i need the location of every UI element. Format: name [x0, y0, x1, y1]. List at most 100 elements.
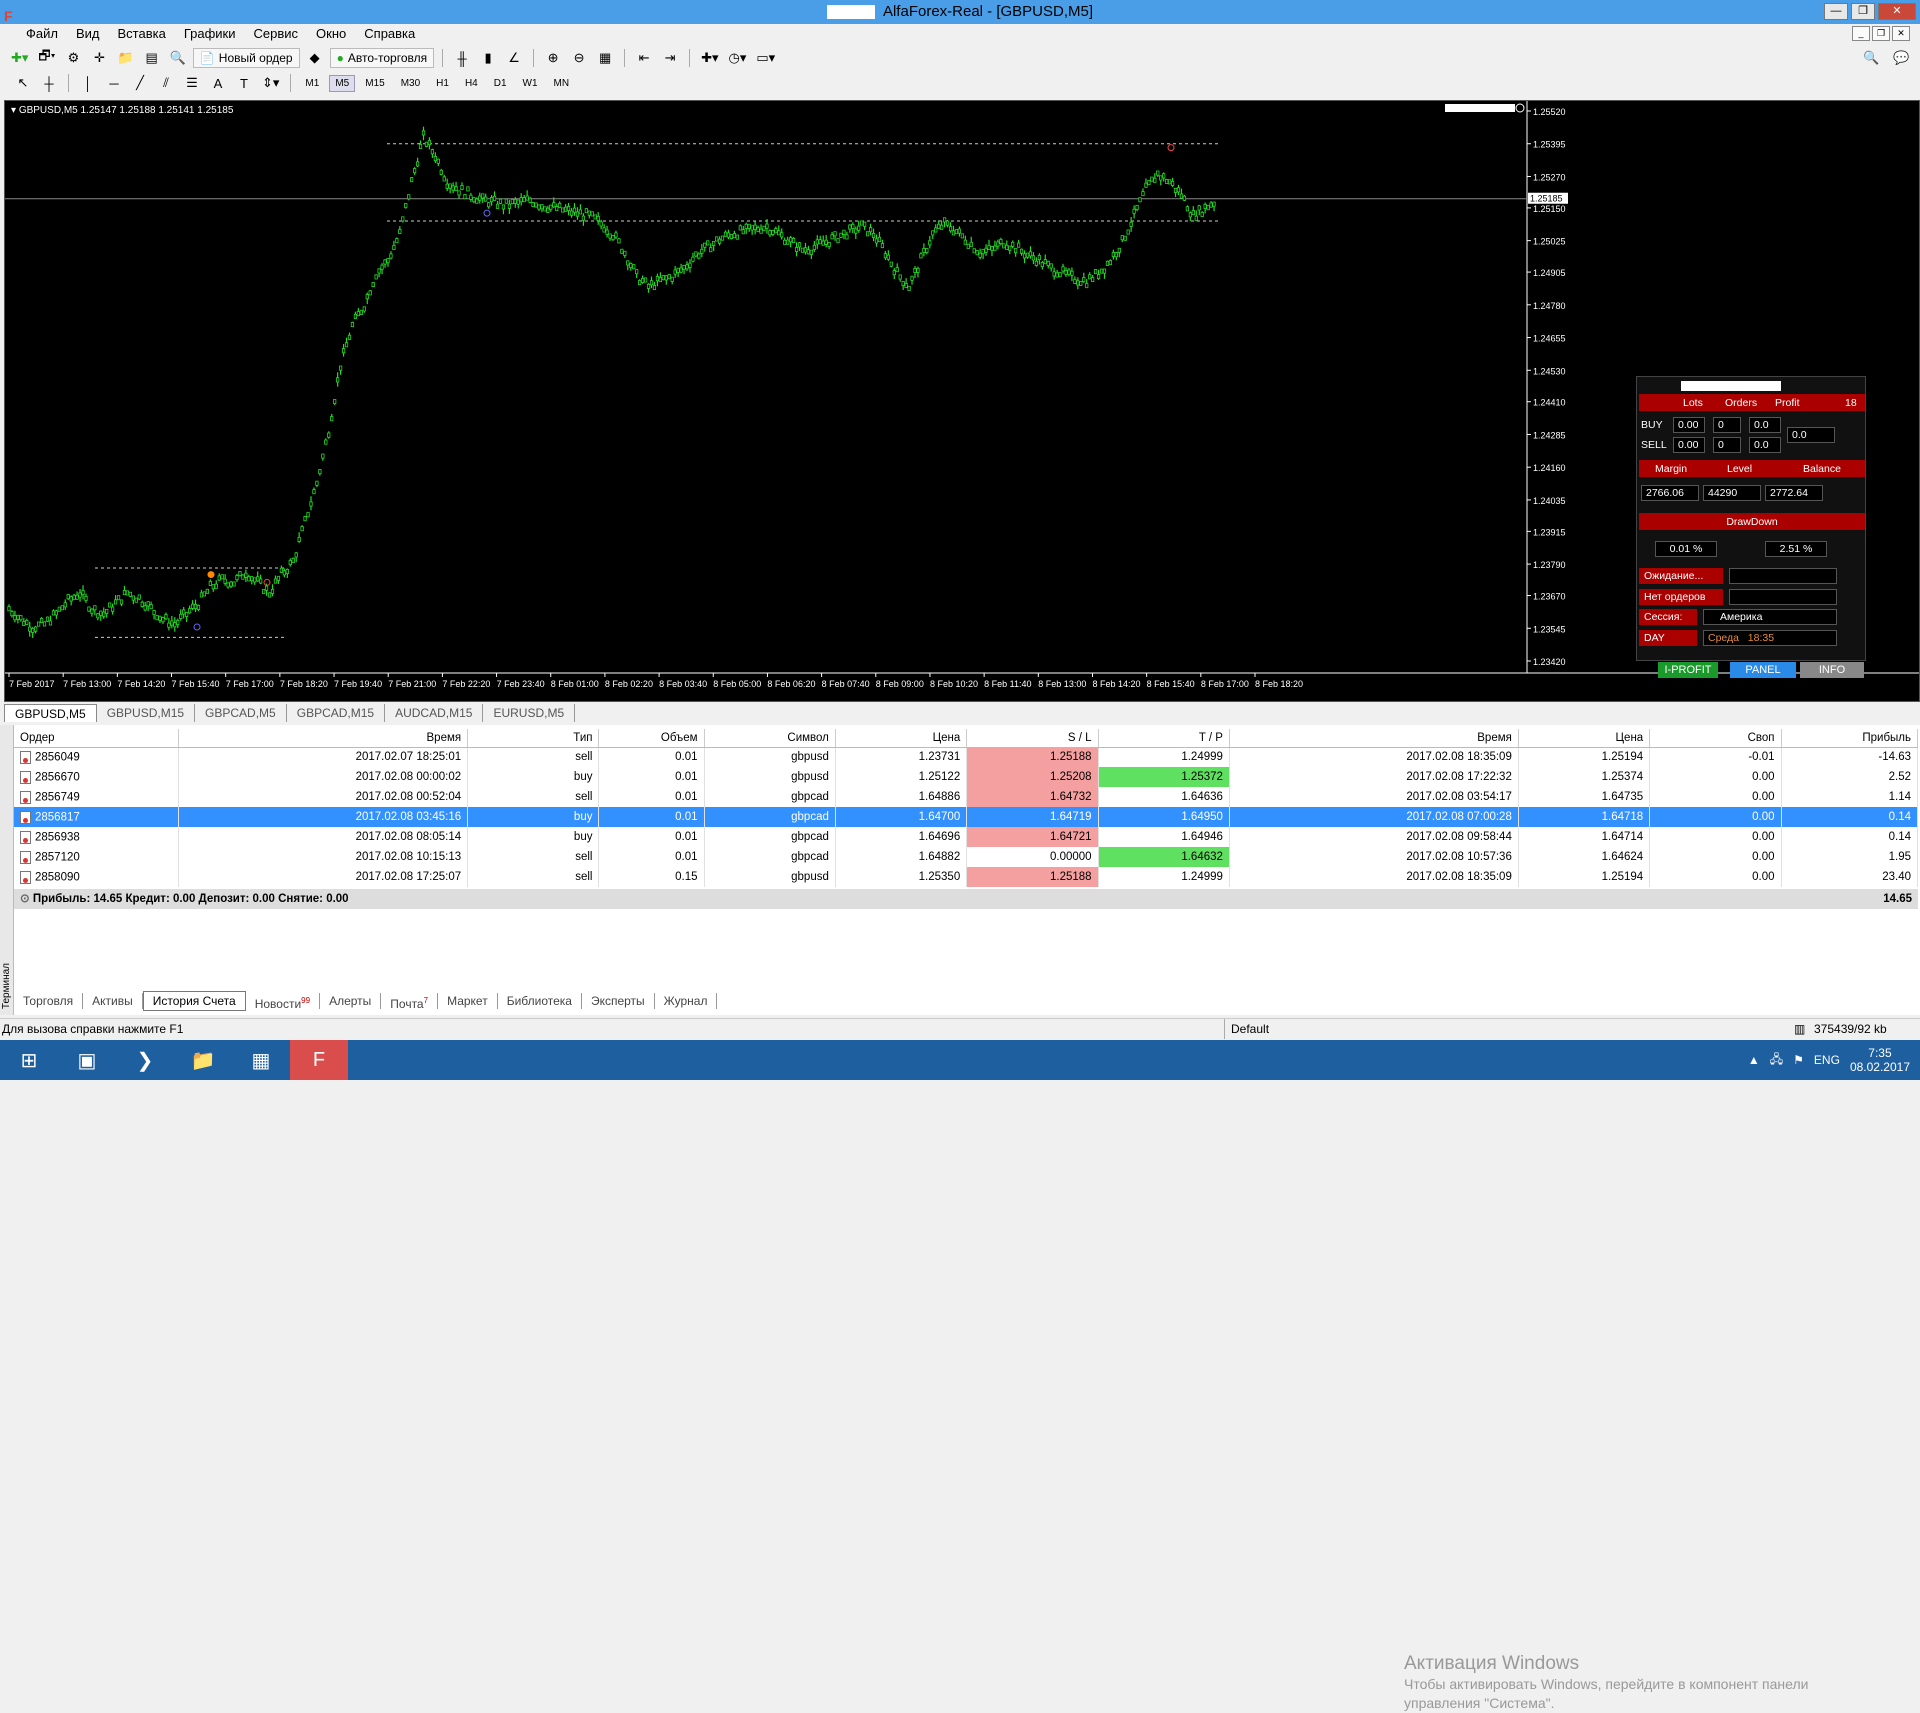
tray-clock[interactable]: 7:35 08.02.2017 — [1850, 1046, 1910, 1074]
terminal-tab-2[interactable]: История Счета — [142, 991, 246, 1011]
chat-icon[interactable]: 💬 — [1890, 48, 1912, 68]
timeframe-m1[interactable]: M1 — [299, 75, 325, 92]
tray-language[interactable]: ENG — [1814, 1053, 1840, 1067]
terminal-tab-9[interactable]: Журнал — [655, 993, 718, 1009]
restore-button[interactable]: ❐ — [1851, 3, 1875, 20]
text-label-icon[interactable]: T — [233, 73, 255, 93]
col-header-3[interactable]: Объем — [598, 729, 705, 748]
zoom-out-icon[interactable]: ⊖ — [568, 48, 590, 68]
menu-window[interactable]: Окно — [307, 24, 355, 44]
candle-chart-icon[interactable]: ▮ — [477, 48, 499, 68]
chart-tab-gbpusd-m15[interactable]: GBPUSD,M15 — [97, 704, 196, 722]
horizontal-line-icon[interactable]: ─ — [103, 73, 125, 93]
col-header-1[interactable]: Время — [178, 729, 469, 748]
timeframe-m15[interactable]: M15 — [359, 75, 390, 92]
i-profit-button[interactable]: I-PROFIT — [1658, 662, 1718, 678]
col-header-9[interactable]: Цена — [1518, 729, 1651, 748]
new-order-button[interactable]: 📄 Новый ордер — [192, 48, 300, 68]
bar-chart-icon[interactable]: ╫ — [451, 48, 473, 68]
chart-tab-eurusd-m5[interactable]: EURUSD,M5 — [483, 704, 576, 722]
chart-shift-icon[interactable]: ⇥ — [659, 48, 681, 68]
autoscroll-icon[interactable]: ⇤ — [633, 48, 655, 68]
crosshair-icon[interactable]: ┼ — [38, 73, 60, 93]
data-window-icon[interactable]: ✛ — [88, 48, 110, 68]
chart-canvas[interactable]: 1.25520 1.25395 1.25270 1.25150 1.25025 1.249… — [5, 101, 1919, 701]
metaeditor-icon[interactable]: ◆ — [304, 48, 326, 68]
mdi-close-button[interactable]: ✕ — [1892, 26, 1910, 41]
templates-icon[interactable]: ▭▾ — [753, 48, 778, 68]
tray-flag-icon[interactable]: ⚑ — [1793, 1053, 1804, 1067]
app-icon[interactable]: ▦ — [232, 1040, 290, 1080]
new-chart-icon[interactable]: ✚▾ — [8, 48, 31, 68]
server-manager-icon[interactable]: ▣ — [58, 1040, 116, 1080]
table-row[interactable]: 2856817 2017.02.08 03:45:16 buy 0.01 gbpcad 1… — [14, 807, 1919, 827]
timeframe-d1[interactable]: D1 — [488, 75, 513, 92]
table-row[interactable]: 2856049 2017.02.07 18:25:01 sell 0.01 gbpusd… — [14, 747, 1919, 767]
terminal-tab-3[interactable]: Новости99 — [246, 993, 321, 1011]
tray-network-icon[interactable]: 🖧 — [1770, 1050, 1783, 1071]
col-header-5[interactable]: Цена — [835, 729, 968, 748]
text-icon[interactable]: A — [207, 73, 229, 93]
chart-tab-audcad-m15[interactable]: AUDCAD,M15 — [385, 704, 484, 722]
timeframe-mn[interactable]: MN — [548, 75, 576, 92]
col-header-4[interactable]: Символ — [704, 729, 836, 748]
col-header-0[interactable]: Ордер — [14, 729, 180, 748]
col-header-7[interactable]: T / P — [1098, 729, 1230, 748]
line-chart-icon[interactable]: ∠ — [503, 48, 525, 68]
timeframe-m30[interactable]: M30 — [395, 75, 426, 92]
trendline-icon[interactable]: ╱ — [129, 73, 151, 93]
powershell-icon[interactable]: ❯ — [116, 1040, 174, 1080]
menu-insert[interactable]: Вставка — [109, 24, 175, 44]
indicators-icon[interactable]: ✚▾ — [698, 48, 721, 68]
vertical-line-icon[interactable]: │ — [77, 73, 99, 93]
menu-charts[interactable]: Графики — [175, 24, 245, 44]
search-icon[interactable]: 🔍 — [1860, 48, 1882, 68]
col-header-10[interactable]: Своп — [1649, 729, 1782, 748]
table-row[interactable]: 2857120 2017.02.08 10:15:13 sell 0.01 gbpcad… — [14, 847, 1919, 867]
table-row[interactable]: 2856749 2017.02.08 00:52:04 sell 0.01 gbpcad… — [14, 787, 1919, 807]
timeframe-h1[interactable]: H1 — [430, 75, 455, 92]
menu-view[interactable]: Вид — [67, 24, 109, 44]
table-row[interactable]: 2856938 2017.02.08 08:05:14 buy 0.01 gbpcad 1… — [14, 827, 1919, 847]
terminal-icon[interactable]: ▤ — [141, 48, 163, 68]
chart-tab-gbpcad-m15[interactable]: GBPCAD,M15 — [287, 704, 386, 722]
price-chart[interactable]: 1.25520 1.25395 1.25270 1.25150 1.25025 1.249… — [4, 100, 1920, 702]
equidistant-channel-icon[interactable]: ⫽ — [155, 73, 177, 93]
chart-tab-gbpusd-m5[interactable]: GBPUSD,M5 — [4, 704, 97, 722]
col-header-8[interactable]: Время — [1229, 729, 1519, 748]
arrows-icon[interactable]: ⇕▾ — [259, 73, 282, 93]
zoom-in-icon[interactable]: ⊕ — [542, 48, 564, 68]
timeframe-w1[interactable]: W1 — [517, 75, 544, 92]
navigator-icon[interactable]: 📁 — [114, 48, 136, 68]
auto-trading-button[interactable]: ● Авто-торговля — [329, 48, 435, 68]
alfaforex-taskbar-icon[interactable]: F — [290, 1040, 348, 1080]
terminal-tab-5[interactable]: Почта7 — [381, 993, 439, 1011]
tile-windows-icon[interactable]: ▦ — [594, 48, 616, 68]
windows-start-icon[interactable]: ⊞ — [0, 1040, 58, 1080]
menu-tools[interactable]: Сервис — [245, 24, 308, 44]
info-button[interactable]: INFO — [1800, 662, 1864, 678]
timeframe-h4[interactable]: H4 — [459, 75, 484, 92]
cursor-icon[interactable]: ↖ — [12, 73, 34, 93]
timeframe-m5[interactable]: M5 — [329, 74, 356, 92]
table-row[interactable]: 2856670 2017.02.08 00:00:02 buy 0.01 gbpusd 1… — [14, 767, 1919, 787]
terminal-tab-6[interactable]: Маркет — [438, 993, 498, 1009]
market-watch-icon[interactable]: ⚙ — [62, 48, 84, 68]
table-row[interactable]: 2858090 2017.02.08 17:25:07 sell 0.15 gbpusd… — [14, 867, 1919, 887]
col-header-11[interactable]: Прибыль — [1781, 729, 1919, 748]
panel-button[interactable]: PANEL — [1730, 662, 1796, 678]
mdi-restore-button[interactable]: ❐ — [1872, 26, 1890, 41]
menu-help[interactable]: Справка — [355, 24, 424, 44]
profiles-icon[interactable]: 🗗▾ — [35, 48, 58, 68]
terminal-tab-8[interactable]: Эксперты — [582, 993, 655, 1009]
minimize-button[interactable]: — — [1824, 3, 1848, 20]
tester-icon[interactable]: 🔍 — [167, 48, 189, 68]
mdi-minimize-button[interactable]: _ — [1852, 26, 1870, 41]
col-header-6[interactable]: S / L — [966, 729, 1099, 748]
menu-file[interactable]: Файл — [4, 24, 67, 44]
terminal-tab-7[interactable]: Библиотека — [498, 993, 582, 1009]
explorer-icon[interactable]: 📁 — [174, 1040, 232, 1080]
close-button[interactable]: ✕ — [1878, 3, 1916, 20]
fibonacci-icon[interactable]: ☰ — [181, 73, 203, 93]
tray-up-arrow-icon[interactable]: ▲ — [1748, 1053, 1760, 1067]
